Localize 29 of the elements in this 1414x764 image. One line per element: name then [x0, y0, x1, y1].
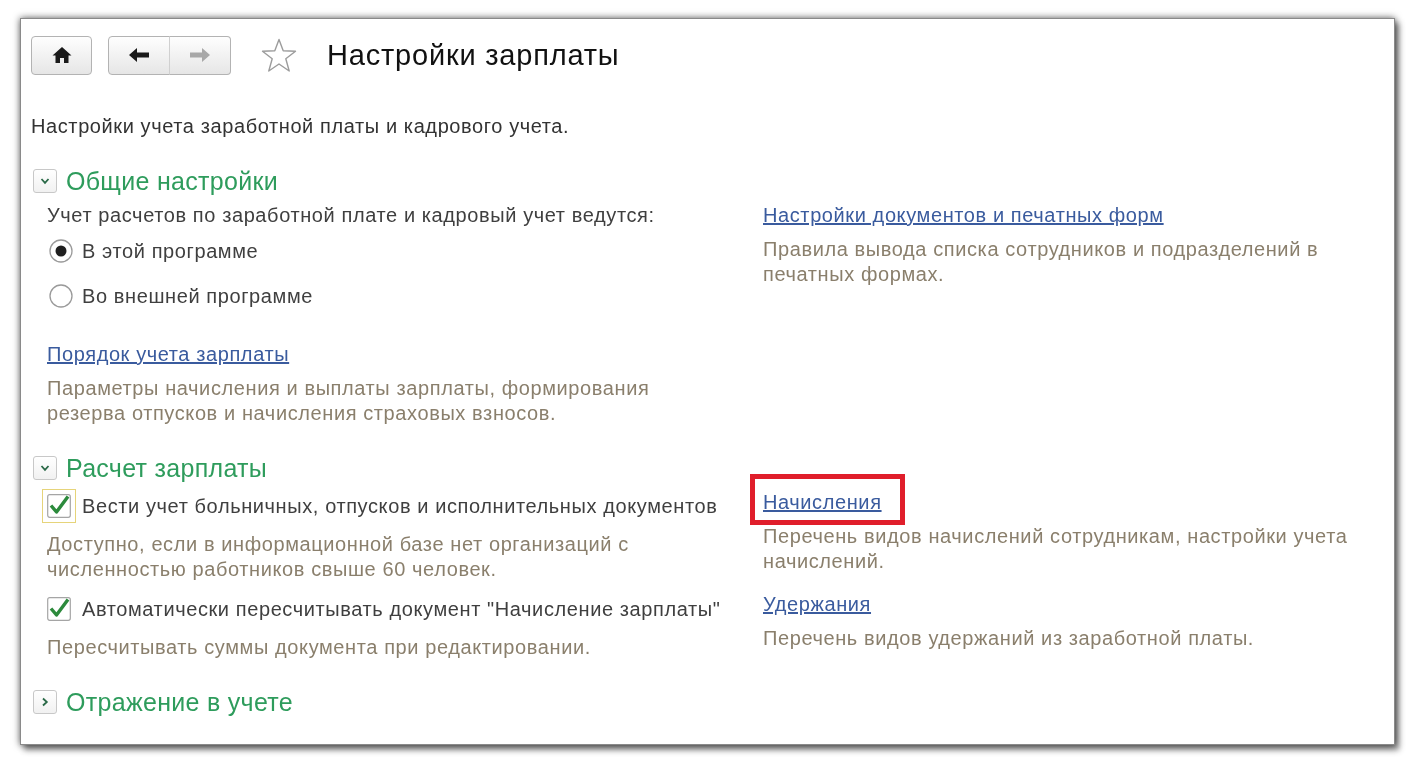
arrow-right-icon — [189, 47, 211, 63]
section-toggle[interactable] — [33, 690, 57, 714]
home-icon — [51, 46, 72, 64]
radio-option[interactable]: В этой программе — [47, 231, 259, 271]
section-toggle[interactable] — [33, 456, 57, 480]
checkbox-option[interactable]: Автоматически пересчитывать документ "Начисление зарплаты" — [47, 592, 721, 626]
home-button[interactable] — [31, 35, 92, 75]
hint-text: Доступно, если в информационной базе нет организаций с численностью работников свыше 60 человек. — [47, 532, 630, 582]
radio-option[interactable]: Во внешней программе — [47, 276, 313, 316]
arrow-left-icon — [128, 47, 150, 63]
field-label: Учет расчетов по заработной плате и кадровый учет ведутся: — [47, 203, 655, 228]
hint-text: Параметры начисления и выплаты зарплаты, формирования резерва отпусков и начисления страховых взносов. — [47, 376, 651, 426]
section-toggle[interactable] — [33, 169, 57, 193]
hint-text: Перечень видов удержаний из заработной платы. — [763, 626, 1255, 651]
settings-link[interactable]: Настройки документов и печатных форм — [763, 204, 1164, 226]
section-title[interactable]: Расчет зарплаты — [66, 453, 268, 483]
settings-link[interactable]: Начисления — [763, 491, 882, 513]
section-title[interactable]: Отражение в учете — [66, 687, 293, 717]
back-button[interactable] — [108, 35, 170, 75]
page-description: Настройки учета заработной платы и кадрового учета. — [31, 115, 571, 137]
section-title[interactable]: Общие настройки — [66, 166, 278, 196]
page-title: Настройки зарплаты — [327, 38, 620, 72]
star-icon[interactable] — [261, 37, 297, 73]
checkbox-option[interactable]: Вести учет больничных, отпусков и исполнительных документов — [47, 489, 718, 523]
hint-text: Пересчитывать суммы документа при редактировании. — [47, 635, 591, 660]
hint-text: Перечень видов начислений сотрудникам, настройки учета начислений. — [763, 524, 1349, 574]
settings-link[interactable]: Порядок учета зарплаты — [47, 343, 290, 365]
hint-text: Правила вывода списка сотрудников и подразделений в печатных формах. — [763, 237, 1320, 287]
settings-link[interactable]: Удержания — [763, 593, 871, 615]
